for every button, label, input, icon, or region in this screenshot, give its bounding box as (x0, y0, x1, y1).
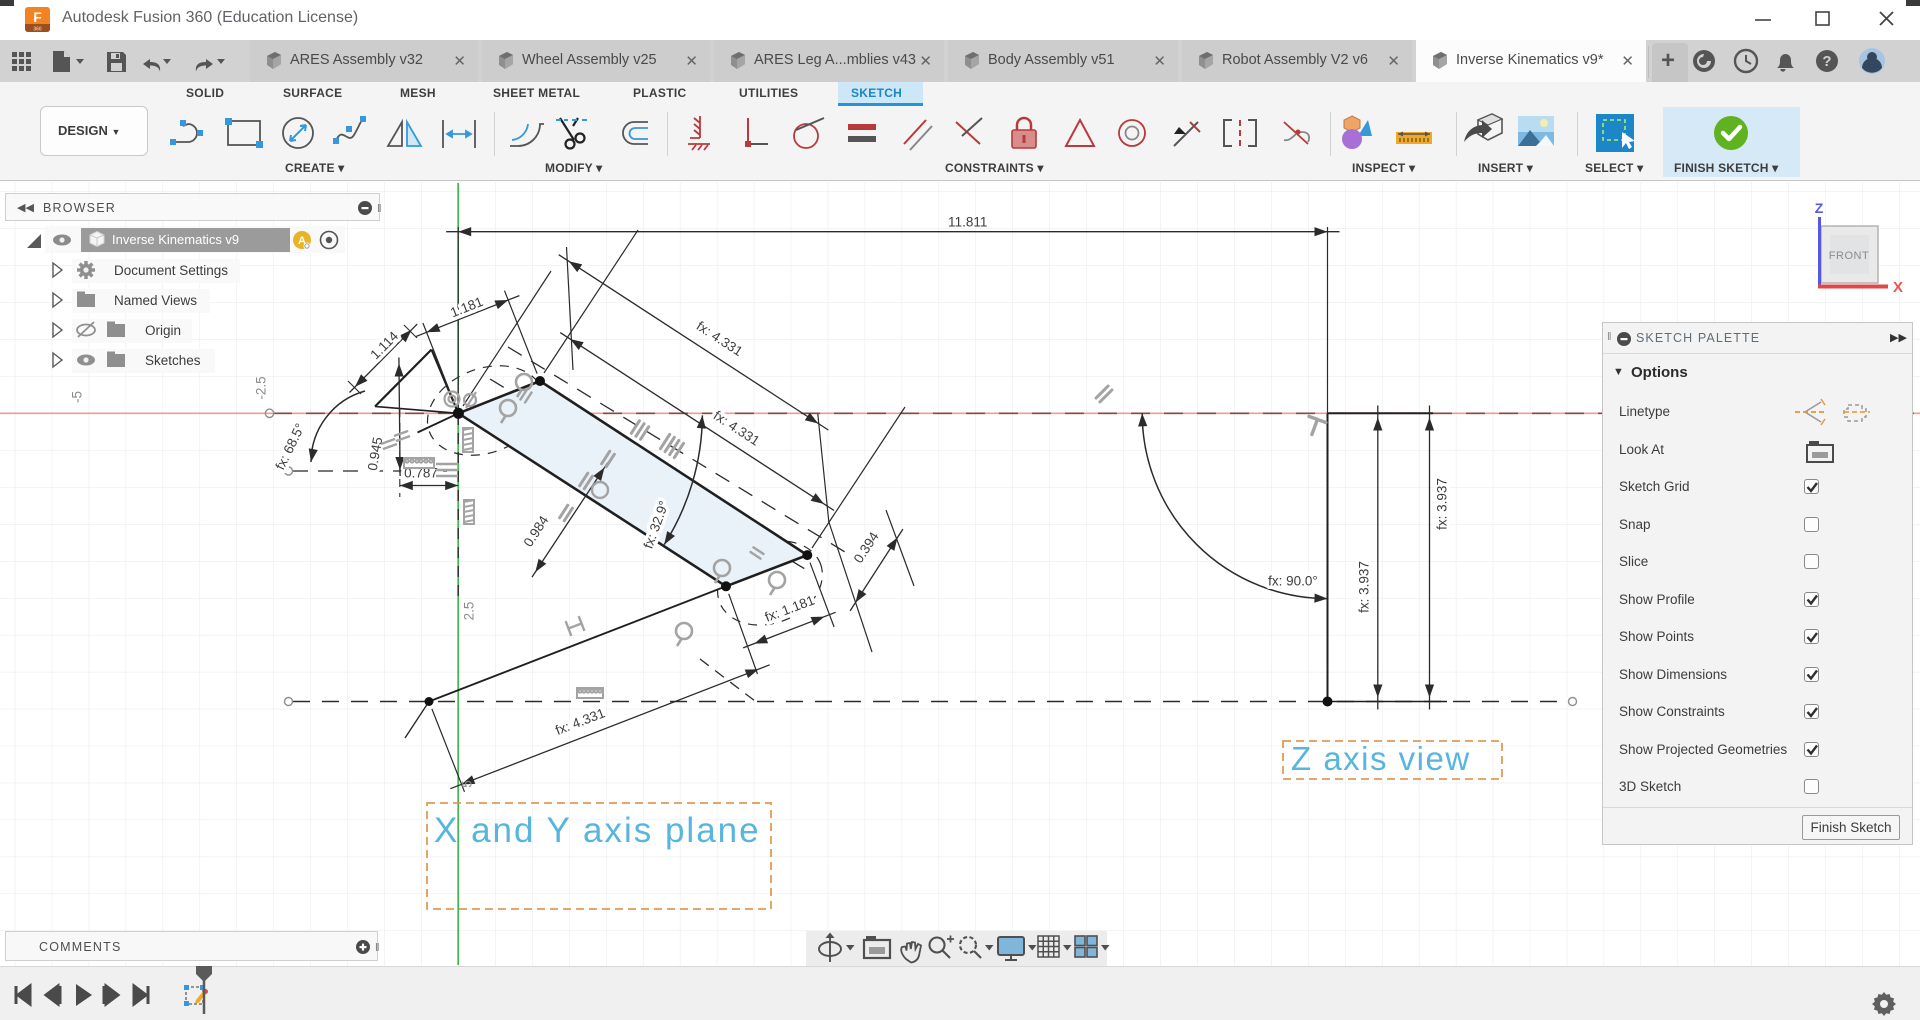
svg-text:Sketches: Sketches (145, 353, 201, 368)
svg-text:2.5: 2.5 (462, 602, 477, 621)
svg-text:360: 360 (33, 27, 42, 33)
svg-text:‖: ‖ (377, 203, 382, 215)
svg-text:X and Y axis plane: X and Y axis plane (434, 811, 761, 850)
svg-text:‖: ‖ (375, 942, 380, 954)
svg-text:F: F (33, 9, 42, 25)
svg-text:-5: -5 (70, 391, 85, 403)
svg-text:X: X (1893, 279, 1903, 296)
svg-text:Inverse Kinematics v9: Inverse Kinematics v9 (112, 232, 239, 247)
svg-text:fx: 3.937: fx: 3.937 (1357, 561, 1372, 613)
svg-text:fx: 90.0°: fx: 90.0° (1268, 574, 1318, 589)
svg-text:-2.5: -2.5 (254, 376, 269, 399)
svg-text:Document Settings: Document Settings (114, 263, 228, 278)
svg-text:Origin: Origin (145, 323, 181, 338)
svg-text:Z: Z (1815, 200, 1824, 216)
svg-text:?: ? (1822, 53, 1831, 70)
svg-text:11.811: 11.811 (948, 215, 987, 230)
svg-text:Z axis view: Z axis view (1291, 740, 1471, 777)
svg-text:FRONT: FRONT (1829, 250, 1869, 262)
svg-text:5: 5 (460, 780, 475, 788)
svg-text:Named Views: Named Views (114, 293, 197, 308)
svg-text:fx: 3.937: fx: 3.937 (1435, 478, 1450, 530)
